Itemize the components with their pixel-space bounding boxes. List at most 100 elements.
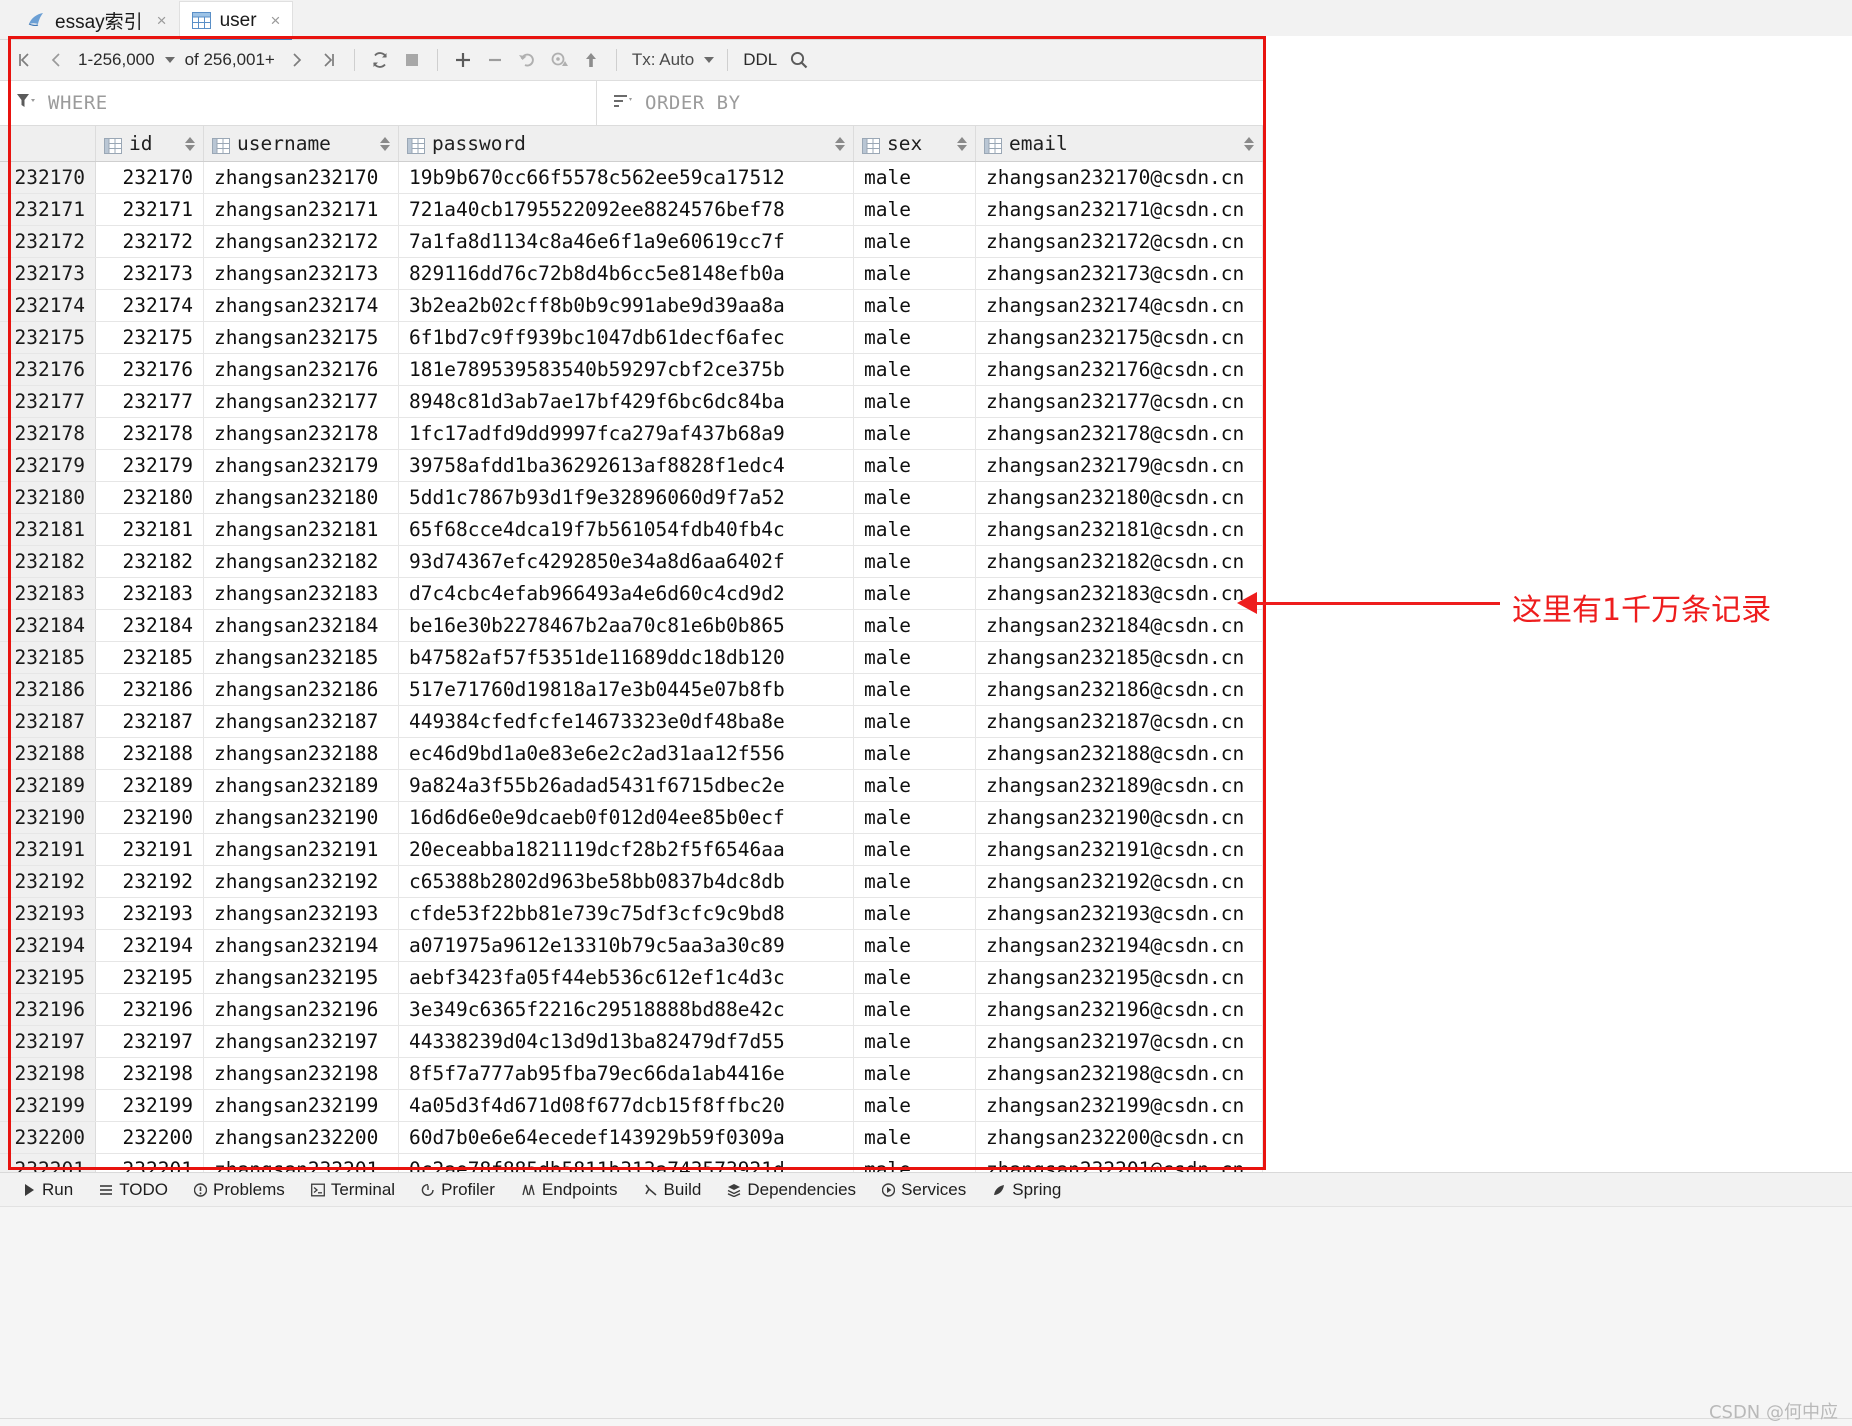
add-row-button[interactable] [447, 44, 479, 76]
table-row[interactable]: 232184 232184 zhangsan232184 be16e30b227846… [0, 610, 1263, 642]
cell-sex[interactable]: male [854, 610, 976, 641]
cell-email[interactable]: zhangsan232190@csdn.cn [976, 802, 1263, 833]
cell-password[interactable]: 20eceabba1821119dcf28b2f5f6546aa [399, 834, 854, 865]
table-row[interactable]: 232172 232172 zhangsan232172 7a1fa8d1134c8a… [0, 226, 1263, 258]
cell-email[interactable]: zhangsan232183@csdn.cn [976, 578, 1263, 609]
order-by-filter[interactable]: ORDER BY [597, 81, 1263, 125]
column-header-id[interactable]: id [96, 126, 204, 161]
cell-id[interactable]: 232182 [96, 546, 204, 577]
table-row[interactable]: 232180 232180 zhangsan232180 5dd1c7867b93d1… [0, 482, 1263, 514]
cell-password[interactable]: d7c4cbc4efab966493a4e6d60c4cd9d2 [399, 578, 854, 609]
table-row[interactable]: 232174 232174 zhangsan232174 3b2ea2b02cff8b… [0, 290, 1263, 322]
cell-sex[interactable]: male [854, 1026, 976, 1057]
cell-id[interactable]: 232184 [96, 610, 204, 641]
table-row[interactable]: 232187 232187 zhangsan232187 449384cfedfcfe… [0, 706, 1263, 738]
cell-password[interactable]: 8f5f7a777ab95fba79ec66da1ab4416e [399, 1058, 854, 1089]
cell-email[interactable]: zhangsan232192@csdn.cn [976, 866, 1263, 897]
cell-username[interactable]: zhangsan232189 [204, 770, 399, 801]
cell-password[interactable]: 39758afdd1ba36292613af8828f1edc4 [399, 450, 854, 481]
table-row[interactable]: 232200 232200 zhangsan232200 60d7b0e6e64ece… [0, 1122, 1263, 1154]
cell-email[interactable]: zhangsan232178@csdn.cn [976, 418, 1263, 449]
cell-username[interactable]: zhangsan232192 [204, 866, 399, 897]
cell-password[interactable]: 93d74367efc4292850e34a8d6aa6402f [399, 546, 854, 577]
tab-essay-index[interactable]: essay索引 × [14, 1, 179, 39]
table-row[interactable]: 232189 232189 zhangsan232189 9a824a3f55b26a… [0, 770, 1263, 802]
cell-username[interactable]: zhangsan232175 [204, 322, 399, 353]
cell-id[interactable]: 232175 [96, 322, 204, 353]
cell-password[interactable]: 181e789539583540b59297cbf2ce375b [399, 354, 854, 385]
cell-email[interactable]: zhangsan232189@csdn.cn [976, 770, 1263, 801]
table-row[interactable]: 232175 232175 zhangsan232175 6f1bd7c9ff939b… [0, 322, 1263, 354]
status-item-build[interactable]: Build [631, 1180, 715, 1200]
cell-password[interactable]: 5dd1c7867b93d1f9e32896060d9f7a52 [399, 482, 854, 513]
cell-username[interactable]: zhangsan232199 [204, 1090, 399, 1121]
cell-password[interactable]: c65388b2802d963be58bb0837b4dc8db [399, 866, 854, 897]
cell-sex[interactable]: male [854, 642, 976, 673]
cell-password[interactable]: 16d6d6e0e9dcaeb0f012d04ee85b0ecf [399, 802, 854, 833]
cell-password[interactable]: 9a824a3f55b26adad5431f6715dbec2e [399, 770, 854, 801]
cell-password[interactable]: 3b2ea2b02cff8b0b9c991abe9d39aa8a [399, 290, 854, 321]
first-page-button[interactable] [8, 44, 40, 76]
cell-username[interactable]: zhangsan232184 [204, 610, 399, 641]
cell-password[interactable]: aebf3423fa05f44eb536c612ef1c4d3c [399, 962, 854, 993]
cell-id[interactable]: 232178 [96, 418, 204, 449]
column-header-username[interactable]: username [204, 126, 399, 161]
cell-email[interactable]: zhangsan232174@csdn.cn [976, 290, 1263, 321]
tx-mode-label[interactable]: Tx: Auto [626, 50, 700, 70]
cell-id[interactable]: 232190 [96, 802, 204, 833]
sort-toggle-icon[interactable] [380, 136, 390, 151]
cell-sex[interactable]: male [854, 418, 976, 449]
cell-password[interactable]: 7a1fa8d1134c8a46e6f1a9e60619cc7f [399, 226, 854, 257]
table-row[interactable]: 232196 232196 zhangsan232196 3e349c6365f221… [0, 994, 1263, 1026]
cell-password[interactable]: 829116dd76c72b8d4b6cc5e8148efb0a [399, 258, 854, 289]
cell-email[interactable]: zhangsan232186@csdn.cn [976, 674, 1263, 705]
cell-username[interactable]: zhangsan232198 [204, 1058, 399, 1089]
cell-sex[interactable]: male [854, 770, 976, 801]
cell-password[interactable]: 6f1bd7c9ff939bc1047db61decf6afec [399, 322, 854, 353]
delete-row-button[interactable] [479, 44, 511, 76]
cell-email[interactable]: zhangsan232197@csdn.cn [976, 1026, 1263, 1057]
where-filter[interactable]: WHERE [0, 81, 597, 125]
cell-sex[interactable]: male [854, 1122, 976, 1153]
chevron-down-icon[interactable] [164, 57, 175, 63]
revert-selected-icon[interactable] [543, 44, 575, 76]
cell-username[interactable]: zhangsan232183 [204, 578, 399, 609]
cell-sex[interactable]: male [854, 738, 976, 769]
table-row[interactable]: 232178 232178 zhangsan232178 1fc17adfd9dd99… [0, 418, 1263, 450]
cell-username[interactable]: zhangsan232190 [204, 802, 399, 833]
cell-sex[interactable]: male [854, 194, 976, 225]
cell-username[interactable]: zhangsan232195 [204, 962, 399, 993]
cell-sex[interactable]: male [854, 482, 976, 513]
cell-email[interactable]: zhangsan232182@csdn.cn [976, 546, 1263, 577]
cell-id[interactable]: 232180 [96, 482, 204, 513]
cell-sex[interactable]: male [854, 226, 976, 257]
table-row[interactable]: 232192 232192 zhangsan232192 c65388b2802d96… [0, 866, 1263, 898]
stop-icon[interactable] [396, 44, 428, 76]
cell-email[interactable]: zhangsan232173@csdn.cn [976, 258, 1263, 289]
table-row[interactable]: 232194 232194 zhangsan232194 a071975a9612e1… [0, 930, 1263, 962]
status-item-problems[interactable]: Problems [181, 1180, 298, 1200]
cell-sex[interactable]: male [854, 898, 976, 929]
cell-email[interactable]: zhangsan232170@csdn.cn [976, 162, 1263, 193]
cell-id[interactable]: 232172 [96, 226, 204, 257]
cell-password[interactable]: 517e71760d19818a17e3b0445e07b8fb [399, 674, 854, 705]
sort-toggle-icon[interactable] [1244, 136, 1254, 151]
cell-username[interactable]: zhangsan232180 [204, 482, 399, 513]
cell-id[interactable]: 232191 [96, 834, 204, 865]
cell-id[interactable]: 232177 [96, 386, 204, 417]
cell-email[interactable]: zhangsan232171@csdn.cn [976, 194, 1263, 225]
cell-password[interactable]: 4a05d3f4d671d08f677dcb15f8ffbc20 [399, 1090, 854, 1121]
cell-sex[interactable]: male [854, 322, 976, 353]
cell-username[interactable]: zhangsan232187 [204, 706, 399, 737]
cell-username[interactable]: zhangsan232191 [204, 834, 399, 865]
cell-email[interactable]: zhangsan232200@csdn.cn [976, 1122, 1263, 1153]
cell-id[interactable]: 232194 [96, 930, 204, 961]
cell-username[interactable]: zhangsan232176 [204, 354, 399, 385]
cell-username[interactable]: zhangsan232173 [204, 258, 399, 289]
cell-sex[interactable]: male [854, 802, 976, 833]
status-item-dependencies[interactable]: Dependencies [714, 1180, 869, 1200]
ddl-button[interactable]: DDL [737, 50, 783, 70]
cell-username[interactable]: zhangsan232174 [204, 290, 399, 321]
cell-sex[interactable]: male [854, 450, 976, 481]
cell-username[interactable]: zhangsan232170 [204, 162, 399, 193]
